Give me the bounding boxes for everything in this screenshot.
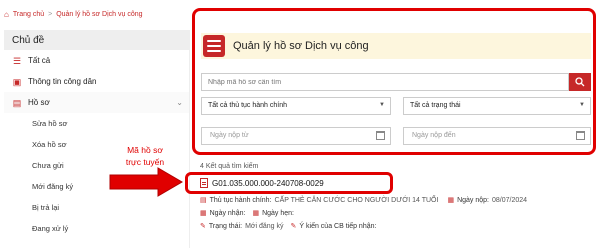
sidebar-item-label: Hồ sơ: [28, 98, 50, 107]
procedure-select[interactable]: Tất cả thủ tục hành chính ▼: [201, 97, 391, 115]
record-info-procedure: ▤ Thủ tục hành chính: CẤP THẺ CĂN CƯỚC C…: [200, 196, 528, 205]
record-code-value[interactable]: G01.035.000.000-240708-0029: [212, 179, 324, 188]
search-icon: [575, 77, 585, 87]
calendar-icon: ▦: [200, 210, 207, 217]
search-button[interactable]: [569, 73, 591, 91]
calendar-icon[interactable]: [576, 131, 585, 140]
id-card-icon: ▣: [12, 76, 22, 87]
feedback-label: Ý kiến của CB tiếp nhận:: [299, 222, 377, 230]
status-select[interactable]: Tất cả trạng thái ▼: [403, 97, 591, 115]
page-title: Quản lý hồ sơ Dịch vụ công: [233, 40, 369, 52]
annotation-label: Mã hồ sơ trực tuyến: [110, 144, 180, 168]
breadcrumb-home[interactable]: Trang chủ: [13, 11, 44, 18]
comment-icon: ✎: [290, 223, 297, 230]
breadcrumb-separator: >: [48, 11, 53, 18]
sidebar-subitem-returned[interactable]: Bị trả lại: [4, 197, 189, 218]
breadcrumb-current[interactable]: Quản lý hồ sơ Dịch vụ công: [56, 11, 142, 18]
sidebar-item-citizen-info[interactable]: ▣ Thông tin công dân: [4, 71, 189, 92]
calendar-icon: ▦: [447, 197, 455, 204]
menu-list-icon: [203, 35, 225, 57]
sidebar: Chủ đề ☰ Tất cả ▣ Thông tin công dân ▤ H…: [4, 30, 190, 248]
received-label: Ngày nhận:: [209, 209, 246, 217]
panel-title-bar: Quản lý hồ sơ Dịch vụ công: [201, 33, 591, 59]
procedure-select-value: Tất cả thủ tục hành chính: [208, 102, 287, 109]
status-label: Trạng thái:: [208, 222, 243, 230]
calendar-icon: ▦: [252, 210, 260, 217]
appointment-label: Ngày hẹn:: [262, 209, 294, 217]
status-value: Mới đăng ký: [245, 222, 284, 230]
caret-down-icon: ▼: [379, 102, 385, 108]
procedure-value: CẤP THẺ CĂN CƯỚC CHO NGƯỜI DƯỚI 14 TUỔI: [274, 196, 439, 204]
date-to-field[interactable]: Ngày nộp đến: [403, 127, 591, 145]
sidebar-subitem-processing[interactable]: Đang xử lý: [4, 218, 189, 239]
sidebar-item-label: Tất cả: [28, 56, 51, 65]
record-code[interactable]: G01.035.000.000-240708-0029: [200, 178, 324, 188]
sidebar-item-records[interactable]: ▤ Hồ sơ ⌄: [4, 92, 189, 113]
result-count: 4 Kết quả tìm kiếm: [200, 163, 259, 170]
folder-icon: ▤: [12, 97, 22, 108]
pin-icon: ✎: [200, 223, 206, 230]
search-input[interactable]: [201, 73, 569, 91]
date-to-placeholder: Ngày nộp đến: [412, 132, 456, 139]
search-row: [201, 73, 591, 91]
annotation-arrow-icon: [109, 167, 183, 197]
record-info-status: ✎ Trạng thái: Mới đăng ký ✎ Ý kiến của C…: [200, 222, 377, 231]
record-info-dates: ▦ Ngày nhận: ▦ Ngày hẹn:: [200, 209, 294, 218]
chevron-down-icon[interactable]: ⌄: [176, 98, 183, 107]
caret-down-icon: ▼: [579, 102, 585, 108]
home-icon[interactable]: ⌂: [4, 10, 9, 19]
status-select-value: Tất cả trạng thái: [410, 102, 461, 109]
sidebar-title: Chủ đề: [4, 30, 189, 50]
search-panel: Quản lý hồ sơ Dịch vụ công Tất cả thủ tụ…: [192, 8, 596, 155]
breadcrumb: ⌂ Trang chủ > Quản lý hồ sơ Dịch vụ công: [4, 10, 143, 19]
submit-date-value: 08/07/2024: [491, 196, 528, 204]
submit-date-label: Ngày nộp:: [457, 196, 489, 204]
list-icon: ☰: [12, 55, 22, 66]
sidebar-item-label: Thông tin công dân: [28, 77, 97, 86]
calendar-icon[interactable]: [376, 131, 385, 140]
annotation-line-1: Mã hồ sơ: [127, 145, 163, 155]
procedure-label: Thủ tục hành chính:: [209, 196, 272, 204]
date-from-placeholder: Ngày nộp từ: [210, 132, 249, 139]
sidebar-item-all[interactable]: ☰ Tất cả: [4, 50, 189, 71]
sidebar-subitem-edit[interactable]: Sửa hồ sơ: [4, 113, 189, 134]
date-from-field[interactable]: Ngày nộp từ: [201, 127, 391, 145]
document-icon: ▤: [200, 197, 207, 204]
document-icon: [200, 178, 208, 188]
